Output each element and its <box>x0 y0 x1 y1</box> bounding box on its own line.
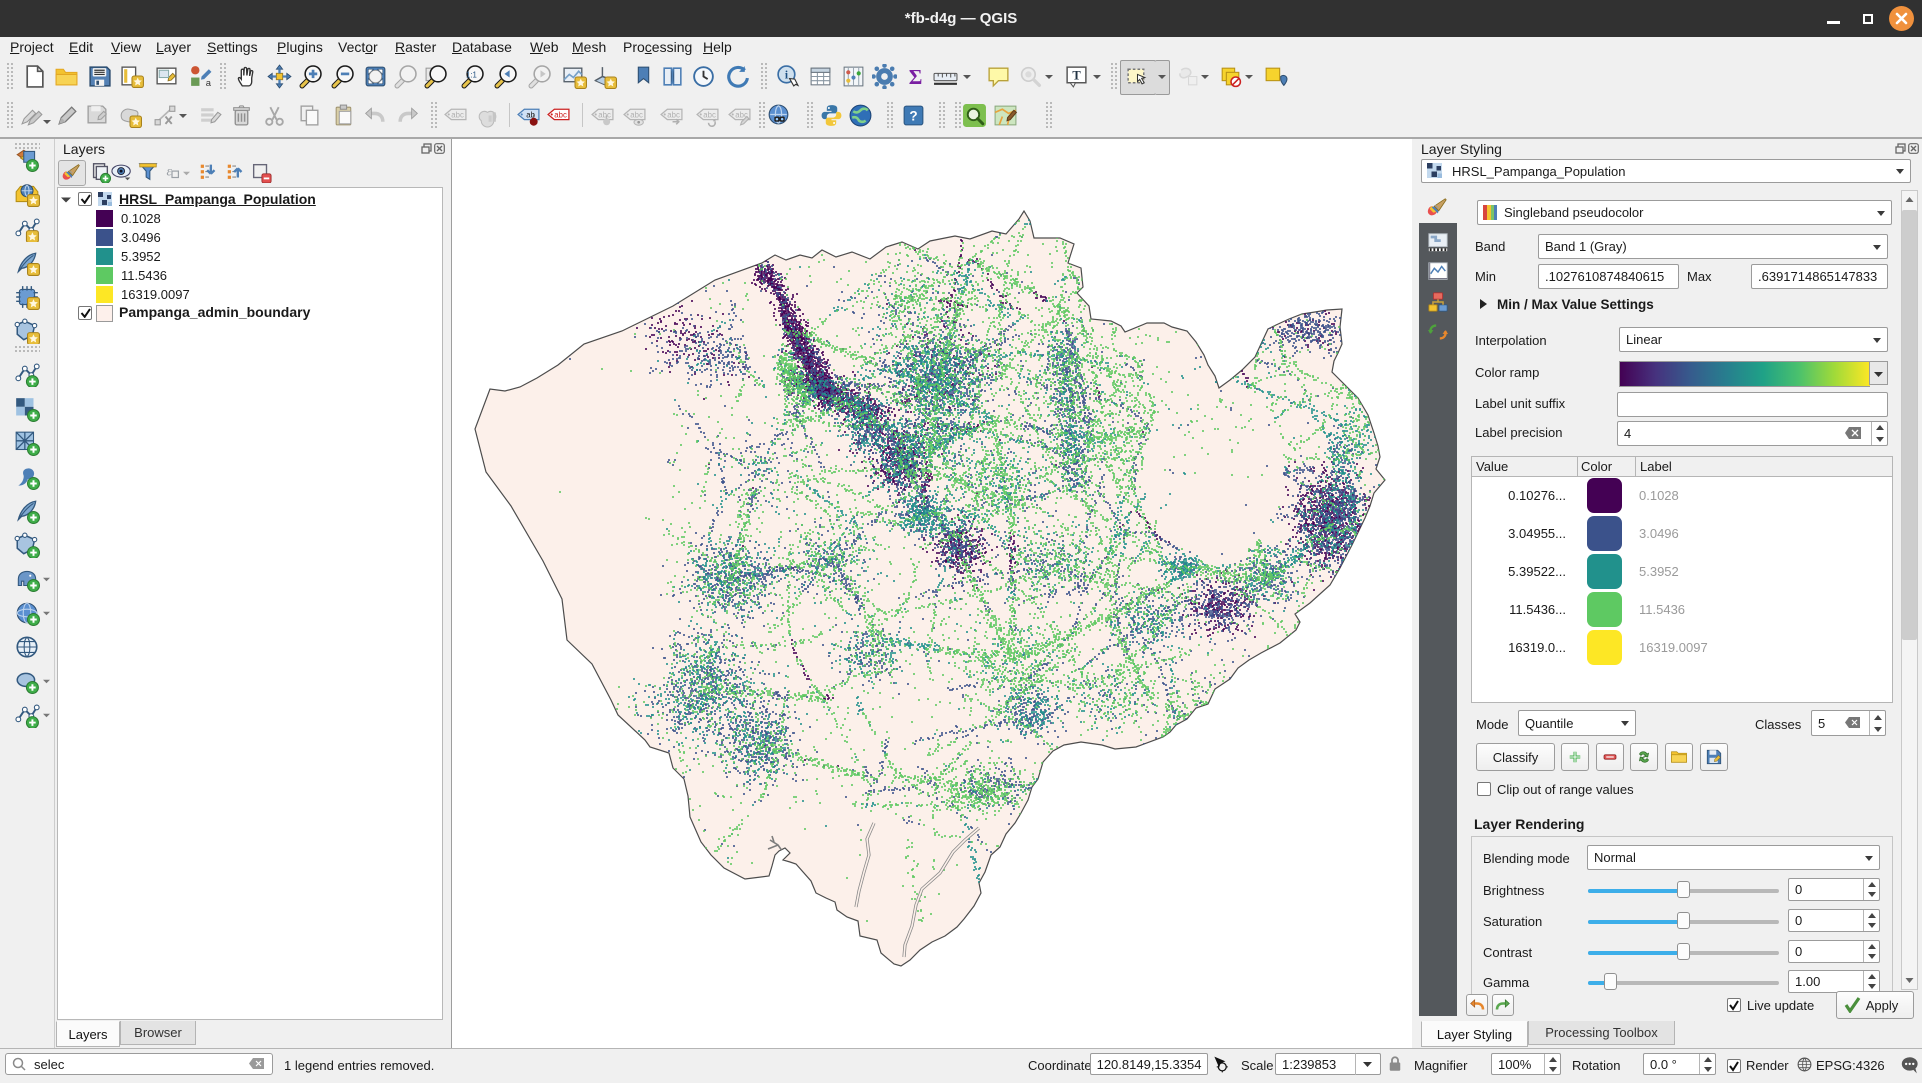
svg-text:abc: abc <box>630 111 643 120</box>
svg-text:abc: abc <box>598 111 611 120</box>
svg-text:1:1: 1:1 <box>466 70 477 79</box>
svg-text:abc: abc <box>451 111 464 120</box>
svg-text:abc: abc <box>667 111 680 120</box>
svg-text:?: ? <box>909 109 917 124</box>
svg-text:a: a <box>206 78 212 88</box>
svg-text:abc: abc <box>554 111 567 120</box>
svg-text:T: T <box>1072 69 1081 83</box>
svg-text:Σ: Σ <box>909 65 923 89</box>
svg-text:abc: abc <box>703 111 716 120</box>
